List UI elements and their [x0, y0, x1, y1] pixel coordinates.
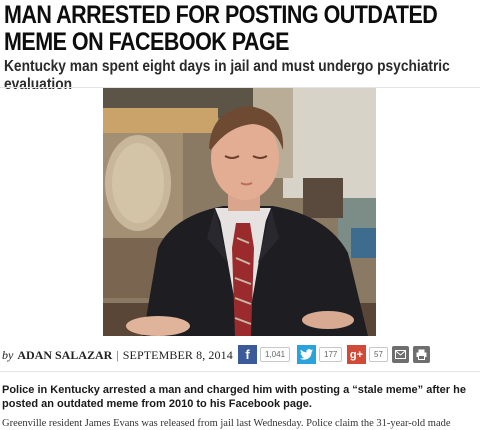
facebook-icon[interactable]: f [238, 345, 257, 364]
byline: by ADAN SALAZAR | SEPTEMBER 8, 2014 [2, 346, 233, 364]
facebook-share[interactable]: f 1,041 [238, 345, 291, 364]
divider [0, 371, 480, 372]
twitter-share-count: 177 [319, 347, 343, 362]
article-lede: Police in Kentucky arrested a man and ch… [2, 384, 466, 410]
google-plus-share-count: 57 [369, 347, 388, 362]
print-icon[interactable] [413, 346, 430, 363]
google-plus-icon[interactable]: g+ [347, 345, 366, 364]
byline-separator: | [116, 347, 119, 362]
byline-prefix: by [2, 347, 14, 362]
twitter-icon[interactable] [297, 345, 316, 364]
google-plus-share[interactable]: g+ 57 [347, 345, 388, 364]
author-link[interactable]: ADAN SALAZAR [17, 348, 112, 363]
publish-date: SEPTEMBER 8, 2014 [122, 347, 233, 362]
facebook-share-count: 1,041 [260, 347, 291, 362]
article-body: Greenville resident James Evans was rele… [2, 418, 451, 429]
twitter-share[interactable]: 177 [297, 345, 343, 364]
article-photo[interactable] [103, 88, 376, 336]
article-headline: MAN ARRESTED FOR POSTING OUTDATED MEME O… [4, 1, 438, 56]
email-icon[interactable] [392, 346, 409, 363]
